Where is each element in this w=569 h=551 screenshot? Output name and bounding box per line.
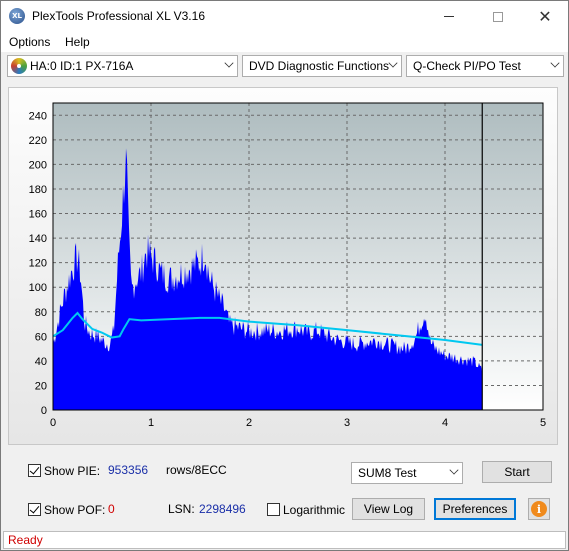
toolbar: HA:0 ID:1 PX-716A DVD Diagnostic Functio… <box>1 53 568 80</box>
test-select-value: Q-Check PI/PO Test <box>413 59 521 73</box>
lsn-value: 2298496 <box>199 502 246 516</box>
close-icon: ✕ <box>538 7 552 26</box>
pof-value: 0 <box>108 502 115 516</box>
y-tick-label: 40 <box>35 356 47 368</box>
menu-help[interactable]: Help <box>65 35 90 49</box>
x-tick-label: 0 <box>50 417 56 429</box>
menu-options[interactable]: Options <box>9 35 50 49</box>
info-button[interactable]: i <box>528 498 550 520</box>
bottom-panel: Show PIE: 953356 rows/8ECC SUM8 Test Sta… <box>8 453 558 526</box>
test-select[interactable]: Q-Check PI/PO Test <box>406 55 564 77</box>
show-pof-checkbox[interactable] <box>28 503 41 516</box>
y-tick-label: 180 <box>29 184 47 196</box>
y-tick-label: 120 <box>29 258 47 270</box>
pie-chart-svg: 0 20 40 60 80 100 120 140 160 180 200 220 240 0 1 2 3 4 5 <box>29 102 546 429</box>
y-tick-label: 140 <box>29 233 47 245</box>
status-bar: Ready <box>3 531 566 549</box>
view-log-button[interactable]: View Log <box>352 498 425 520</box>
show-pof-label: Show POF: <box>44 503 106 517</box>
app-window: XL PlexTools Professional XL V3.16 ✕ Opt… <box>0 0 569 551</box>
title-bar[interactable]: XL PlexTools Professional XL V3.16 ✕ <box>1 1 568 32</box>
start-button-label: Start <box>504 465 530 479</box>
logarithmic-label: Logarithmic <box>283 503 346 517</box>
menu-bar: Options Help <box>1 32 568 52</box>
y-tick-label: 0 <box>41 405 47 417</box>
logarithmic-checkbox[interactable] <box>267 503 280 516</box>
y-tick-label: 20 <box>35 380 47 392</box>
function-select[interactable]: DVD Diagnostic Functions <box>242 55 402 77</box>
preferences-button-label: Preferences <box>442 502 508 516</box>
preferences-button[interactable]: Preferences <box>434 498 516 520</box>
chart-panel: 0 20 40 60 80 100 120 140 160 180 200 220 240 0 1 2 3 4 5 <box>8 87 558 445</box>
maximize-icon <box>493 11 503 22</box>
drive-select[interactable]: HA:0 ID:1 PX-716A <box>7 55 238 77</box>
show-pie-label: Show PIE: <box>44 464 101 478</box>
x-tick-label: 1 <box>148 417 154 429</box>
y-tick-label: 80 <box>35 307 47 319</box>
rows-label: rows/8ECC <box>166 463 227 477</box>
x-tick-label: 3 <box>344 417 350 429</box>
start-button[interactable]: Start <box>482 461 552 483</box>
close-button[interactable]: ✕ <box>522 1 568 32</box>
chevron-down-icon <box>550 58 560 68</box>
y-tick-label: 240 <box>29 110 47 122</box>
y-tick-label: 100 <box>29 282 47 294</box>
y-tick-label: 200 <box>29 159 47 171</box>
y-tick-label: 60 <box>35 331 47 343</box>
minimize-button[interactable] <box>426 1 472 32</box>
app-logo-icon: XL <box>9 8 25 24</box>
x-tick-label: 4 <box>442 417 448 429</box>
status-text: Ready <box>8 533 43 547</box>
y-tick-label: 160 <box>29 209 47 221</box>
sum-test-value: SUM8 Test <box>358 466 417 480</box>
y-tick-label: 220 <box>29 135 47 147</box>
function-select-value: DVD Diagnostic Functions <box>249 59 390 73</box>
chevron-down-icon <box>224 58 234 68</box>
drive-select-value: HA:0 ID:1 PX-716A <box>30 59 134 73</box>
x-tick-label: 5 <box>540 417 546 429</box>
sum-test-select[interactable]: SUM8 Test <box>351 462 463 484</box>
window-title: PlexTools Professional XL V3.16 <box>32 9 205 23</box>
minimize-icon <box>444 16 454 17</box>
x-tick-label: 2 <box>246 417 252 429</box>
maximize-button[interactable] <box>475 1 521 32</box>
info-icon: i <box>531 501 547 517</box>
chevron-down-icon <box>388 58 398 68</box>
disc-drive-icon <box>11 58 27 74</box>
pie-value: 953356 <box>108 463 149 477</box>
lsn-label: LSN: <box>168 502 195 516</box>
view-log-button-label: View Log <box>363 502 414 516</box>
chevron-down-icon <box>449 465 459 475</box>
show-pie-checkbox[interactable] <box>28 464 41 477</box>
